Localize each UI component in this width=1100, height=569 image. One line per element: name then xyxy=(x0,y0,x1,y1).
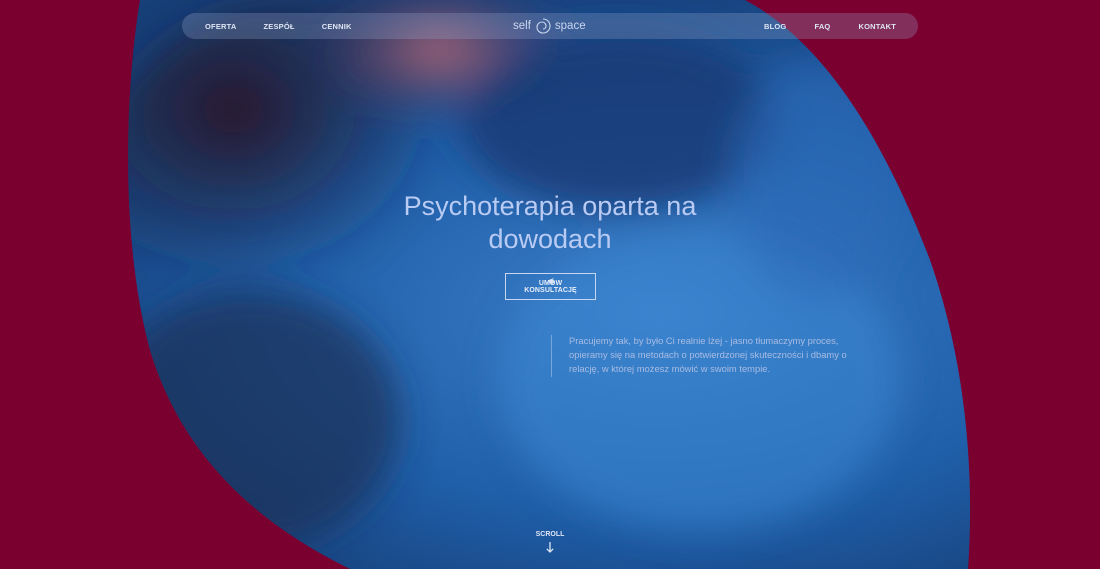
arrow-down-icon xyxy=(546,542,554,553)
description-divider xyxy=(551,335,552,377)
logo[interactable]: self space xyxy=(513,13,586,39)
book-consultation-button[interactable]: UMÓW KONSULTACJĘ xyxy=(505,273,596,300)
nav-link-blog[interactable]: BLOG xyxy=(764,22,786,31)
headline-line-2: dowodach xyxy=(488,224,612,254)
nav-link-cennik[interactable]: CENNIK xyxy=(322,22,352,31)
top-nav: OFERTA ZESPÓŁ CENNIK self space BLOG FAQ… xyxy=(182,13,918,39)
nav-right-group: BLOG FAQ KONTAKT xyxy=(764,13,896,39)
nav-link-oferta[interactable]: OFERTA xyxy=(205,22,236,31)
logo-text-self: self xyxy=(513,20,531,32)
scroll-label: SCROLL xyxy=(535,531,565,538)
hero-description: Pracujemy tak, by było Ci realnie lżej -… xyxy=(569,335,847,374)
hero-headline: Psychoterapia oparta na dowodach xyxy=(350,190,750,256)
scroll-indicator[interactable]: SCROLL xyxy=(530,531,570,553)
cta-dot-icon xyxy=(549,279,554,284)
nav-link-zespol[interactable]: ZESPÓŁ xyxy=(263,22,294,31)
spiral-icon xyxy=(536,18,551,34)
headline-line-1: Psychoterapia oparta na xyxy=(403,191,697,221)
logo-text-space: space xyxy=(554,20,586,32)
nav-link-kontakt[interactable]: KONTAKT xyxy=(858,22,896,31)
nav-left-group: OFERTA ZESPÓŁ CENNIK xyxy=(205,13,352,39)
nav-link-faq[interactable]: FAQ xyxy=(814,22,830,31)
